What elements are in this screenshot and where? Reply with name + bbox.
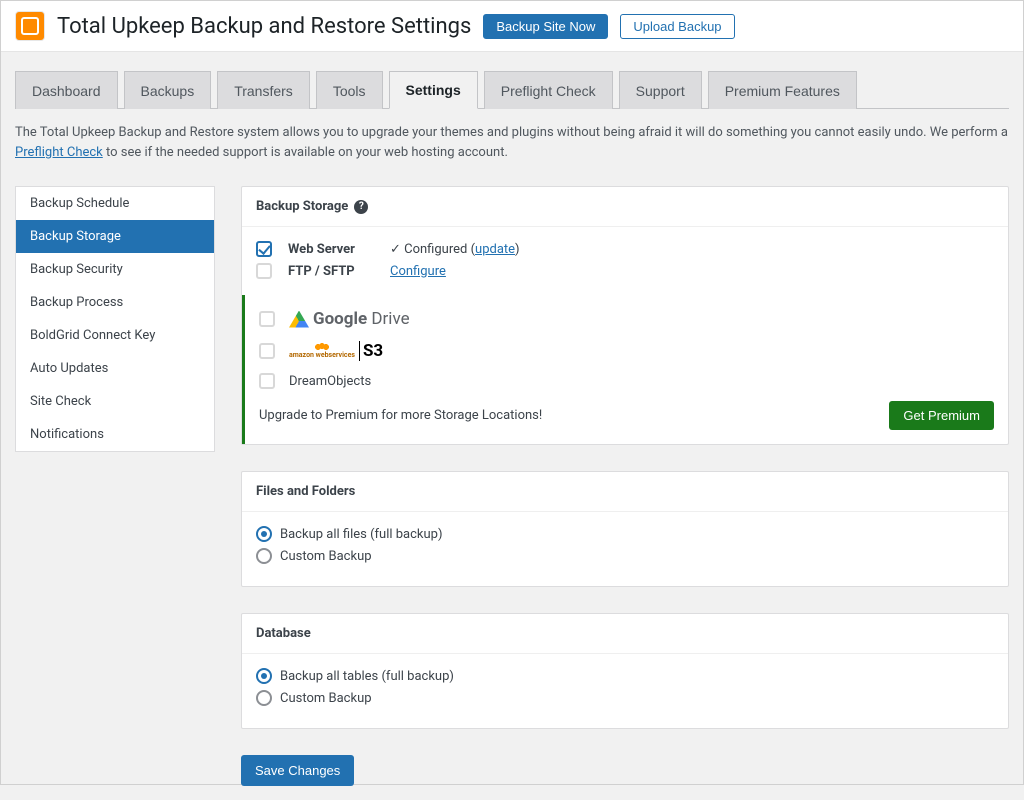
sidebar-item-backup-security[interactable]: Backup Security — [16, 253, 214, 286]
storage-amazon-s3-row: amazon webservices S3 — [259, 341, 994, 361]
save-changes-button[interactable]: Save Changes — [241, 755, 354, 786]
checkbox-ftp[interactable] — [256, 263, 272, 279]
checkbox-web-server[interactable] — [256, 241, 272, 257]
intro-text-part1: The Total Upkeep Backup and Restore syst… — [15, 125, 1008, 140]
intro-text: The Total Upkeep Backup and Restore syst… — [15, 123, 1009, 162]
sidebar-item-backup-storage[interactable]: Backup Storage — [16, 220, 214, 253]
storage-web-server-label: Web Server — [288, 242, 374, 257]
tab-settings[interactable]: Settings — [389, 71, 478, 109]
radio-row-backup-all-files: Backup all files (full backup) — [256, 526, 994, 542]
checkbox-google-drive[interactable] — [259, 311, 275, 327]
sidebar-item-backup-process[interactable]: Backup Process — [16, 286, 214, 319]
backup-site-now-button[interactable]: Backup Site Now — [483, 14, 608, 39]
sidebar-item-site-check[interactable]: Site Check — [16, 385, 214, 418]
radio-custom-backup-tables[interactable] — [256, 690, 272, 706]
panel-heading-database: Database — [242, 614, 1008, 654]
storage-ftp-row: FTP / SFTP Configure — [256, 263, 994, 279]
radio-label-custom-tables: Custom Backup — [280, 691, 372, 706]
storage-web-server-row: Web Server ✓ Configured (update) — [256, 241, 994, 257]
panel-backup-storage: Backup Storage ? Web Server ✓ Configured… — [241, 186, 1009, 445]
page-header: Total Upkeep Backup and Restore Settings… — [1, 1, 1023, 52]
tabs-nav: Dashboard Backups Transfers Tools Settin… — [15, 70, 1009, 109]
google-drive-icon — [289, 311, 309, 328]
preflight-check-link[interactable]: Preflight Check — [15, 145, 103, 160]
tab-backups[interactable]: Backups — [124, 71, 212, 109]
panel-heading-text: Backup Storage — [256, 199, 348, 214]
get-premium-button[interactable]: Get Premium — [889, 401, 994, 430]
plugin-logo-icon — [15, 11, 45, 41]
storage-dreamobjects-row: DreamObjects — [259, 373, 994, 389]
checkbox-amazon-s3[interactable] — [259, 343, 275, 359]
radio-label-custom-files: Custom Backup — [280, 549, 372, 564]
google-drive-label: Google Google DriveDrive — [289, 309, 410, 329]
radio-backup-all-files[interactable] — [256, 526, 272, 542]
checkbox-dreamobjects[interactable] — [259, 373, 275, 389]
radio-backup-all-tables[interactable] — [256, 668, 272, 684]
page-title: Total Upkeep Backup and Restore Settings — [57, 14, 471, 39]
tab-premium-features[interactable]: Premium Features — [708, 71, 857, 109]
upgrade-text: Upgrade to Premium for more Storage Loca… — [259, 408, 542, 423]
panel-heading-files: Files and Folders — [242, 472, 1008, 512]
storage-web-server-status: ✓ Configured (update) — [390, 242, 520, 257]
panel-files-folders: Files and Folders Backup all files (full… — [241, 471, 1009, 587]
sidebar-item-boldgrid-connect-key[interactable]: BoldGrid Connect Key — [16, 319, 214, 352]
checkmark-icon: ✓ Configured ( — [390, 242, 475, 257]
radio-label-backup-all-tables: Backup all tables (full backup) — [280, 669, 454, 684]
aws-icon: amazon webservices — [289, 343, 355, 359]
intro-text-part2: to see if the needed support is availabl… — [103, 145, 508, 160]
radio-row-custom-files: Custom Backup — [256, 548, 994, 564]
upgrade-line: Upgrade to Premium for more Storage Loca… — [259, 401, 994, 430]
s3-text: S3 — [359, 341, 383, 361]
tab-preflight-check[interactable]: Preflight Check — [484, 71, 613, 109]
radio-custom-backup-files[interactable] — [256, 548, 272, 564]
storage-google-drive-row: Google Google DriveDrive — [259, 309, 994, 329]
radio-row-custom-tables: Custom Backup — [256, 690, 994, 706]
upload-backup-button[interactable]: Upload Backup — [620, 14, 734, 39]
radio-label-backup-all-files: Backup all files (full backup) — [280, 527, 443, 542]
panel-heading-backup-storage: Backup Storage ? — [242, 187, 1008, 227]
panel-database: Database Backup all tables (full backup)… — [241, 613, 1009, 729]
help-icon[interactable]: ? — [354, 200, 368, 214]
tab-support[interactable]: Support — [619, 71, 702, 109]
update-link[interactable]: update — [475, 242, 515, 257]
storage-ftp-label: FTP / SFTP — [288, 264, 374, 279]
radio-row-backup-all-tables: Backup all tables (full backup) — [256, 668, 994, 684]
premium-storage-block: Google Google DriveDrive amazon webservi… — [242, 295, 1008, 444]
settings-sidebar: Backup Schedule Backup Storage Backup Se… — [15, 186, 215, 452]
sidebar-item-auto-updates[interactable]: Auto Updates — [16, 352, 214, 385]
sidebar-item-notifications[interactable]: Notifications — [16, 418, 214, 451]
closing-paren: ) — [515, 242, 520, 257]
tab-dashboard[interactable]: Dashboard — [15, 71, 118, 109]
sidebar-item-backup-schedule[interactable]: Backup Schedule — [16, 187, 214, 220]
configure-ftp-link[interactable]: Configure — [390, 264, 446, 279]
tab-tools[interactable]: Tools — [316, 71, 383, 109]
amazon-s3-label: amazon webservices S3 — [289, 341, 383, 361]
tab-transfers[interactable]: Transfers — [217, 71, 310, 109]
dreamobjects-label: DreamObjects — [289, 374, 371, 389]
